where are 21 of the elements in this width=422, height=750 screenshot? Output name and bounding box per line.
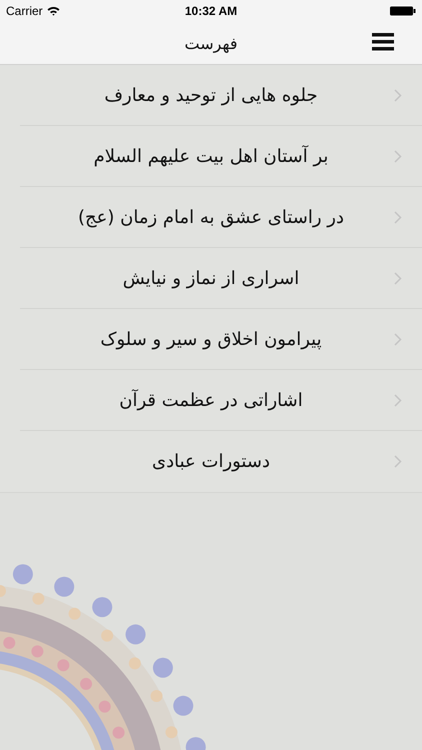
menu-item[interactable]: جلوه هایی از توحید و معارف (0, 65, 422, 126)
menu-icon (372, 33, 394, 51)
wifi-icon (46, 6, 60, 16)
battery-icon (390, 6, 416, 16)
chevron-icon (394, 272, 402, 285)
menu-item[interactable]: در راستای عشق به امام زمان (عج) (0, 187, 422, 248)
menu-button[interactable] (372, 33, 394, 51)
status-time: 10:32 AM (184, 4, 238, 18)
chevron-icon (394, 150, 402, 163)
carrier-name: Carrier (6, 4, 43, 18)
menu-item[interactable]: پیرامون اخلاق و سیر و سلوک (0, 309, 422, 370)
chevron-icon (394, 455, 402, 468)
menu-item[interactable]: اسراری از نماز و نیایش (0, 248, 422, 309)
menu-item[interactable]: اشاراتی در عظمت قرآن (0, 370, 422, 431)
chevron-icon (394, 89, 402, 102)
chevron-icon (394, 211, 402, 224)
nav-title: فهرست (184, 34, 238, 52)
menu-item[interactable]: بر آستان اهل بیت علیهم السلام (0, 126, 422, 187)
menu-item[interactable]: دستورات عبادی (0, 431, 422, 492)
chevron-icon (394, 333, 402, 346)
chevron-icon (394, 394, 402, 407)
